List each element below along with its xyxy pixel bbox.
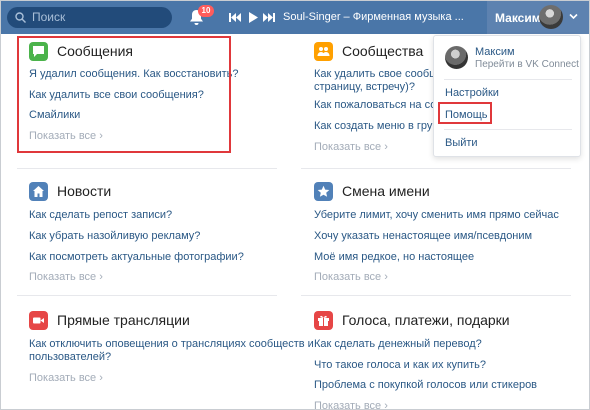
group-icon [314, 42, 333, 61]
section-title-live: Прямые трансляции [57, 312, 190, 328]
next-track-icon[interactable] [263, 12, 275, 23]
show-all-link[interactable]: Показать все › [314, 271, 388, 283]
help-link[interactable]: Как посмотреть актуальные фотографии? [29, 251, 244, 264]
help-link[interactable]: Как сделать репост записи? [29, 209, 172, 222]
section-title-communities: Сообщества [342, 43, 424, 59]
divider [17, 168, 277, 169]
user-name: Максим [495, 11, 541, 25]
highlight-frame [17, 36, 231, 153]
show-all-label: Показать все [314, 141, 382, 153]
help-link[interactable]: Как убрать назойливую рекламу? [29, 230, 200, 243]
user-dropdown-menu: Максим Перейти в VK Connect Настройки По… [433, 35, 581, 157]
help-link[interactable]: Проблема с покупкой голосов или стикеров [314, 379, 537, 392]
avatar[interactable] [445, 46, 468, 69]
dropdown-profile-name[interactable]: Максим [475, 46, 515, 58]
search-icon [15, 12, 26, 23]
show-all-label: Показать все [29, 372, 97, 384]
help-link[interactable]: Как сделать денежный перевод? [314, 338, 482, 351]
show-all-label: Показать все [314, 400, 382, 410]
show-all-link[interactable]: Показать все › [314, 141, 388, 153]
star-icon [314, 182, 333, 201]
help-link[interactable]: Как создать меню в групп [314, 120, 444, 133]
show-all-link[interactable]: Показать все › [29, 271, 103, 283]
help-link[interactable]: страницу, встречу)? [314, 81, 415, 94]
section-title-news: Новости [57, 183, 112, 199]
search-placeholder: Поиск [32, 10, 66, 24]
help-link[interactable]: Уберите лимит, хочу сменить имя прямо се… [314, 209, 559, 222]
user-menu-button[interactable]: Максим [487, 1, 589, 34]
notifications-badge: 10 [198, 5, 214, 17]
divider [444, 79, 572, 80]
search-input[interactable]: Поиск [7, 7, 172, 28]
play-icon[interactable] [247, 12, 259, 23]
camera-icon [29, 311, 48, 330]
menu-item-settings[interactable]: Настройки [445, 87, 499, 99]
divider [301, 295, 571, 296]
divider [301, 168, 571, 169]
section-title-name-change: Смена имени [342, 183, 430, 199]
show-all-label: Показать все [314, 271, 382, 283]
help-link[interactable]: Как пожаловаться на сооб [314, 99, 449, 112]
show-all-link[interactable]: Показать все › [314, 400, 388, 410]
help-link[interactable]: Хочу указать ненастоящее имя/псевдоним [314, 230, 532, 243]
help-link[interactable]: Как отключить оповещения о трансляциях с… [29, 338, 314, 351]
show-all-link[interactable]: Показать все › [29, 372, 103, 384]
help-link[interactable]: Что такое голоса и как их купить? [314, 359, 486, 372]
section-title-votes: Голоса, платежи, подарки [342, 312, 510, 328]
show-all-label: Показать все [29, 271, 97, 283]
divider [17, 295, 277, 296]
top-bar: Поиск 10 Soul-Singer – Фирменная музыка … [1, 1, 589, 34]
dropdown-vk-connect-link[interactable]: Перейти в VK Connect [475, 59, 579, 70]
track-title[interactable]: Soul-Singer – Фирменная музыка ... [283, 11, 464, 23]
highlight-frame [438, 102, 492, 124]
help-page: Поиск 10 Soul-Singer – Фирменная музыка … [0, 0, 590, 410]
divider [444, 129, 572, 130]
chevron-down-icon [569, 13, 578, 20]
avatar [539, 5, 563, 29]
prev-track-icon[interactable] [229, 12, 241, 23]
help-link[interactable]: Моё имя редкое, но настоящее [314, 251, 474, 264]
help-link[interactable]: пользователей? [29, 351, 111, 364]
home-icon [29, 182, 48, 201]
menu-item-logout[interactable]: Выйти [445, 137, 478, 149]
gift-icon [314, 311, 333, 330]
